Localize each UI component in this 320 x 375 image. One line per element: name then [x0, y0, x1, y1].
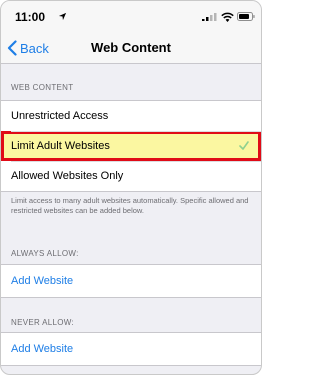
- status-time: 11:00: [15, 10, 46, 24]
- never-allow-header: NEVER ALLOW:: [11, 318, 75, 327]
- location-arrow-icon: [58, 12, 67, 21]
- wifi-icon: [221, 12, 234, 22]
- web-content-options: Unrestricted Access Limit Adult Websites…: [1, 100, 261, 192]
- option-limit-adult-websites[interactable]: Limit Adult Websites: [1, 131, 261, 161]
- signal-icon: [202, 13, 217, 21]
- option-label: Unrestricted Access: [11, 110, 109, 122]
- option-unrestricted-access[interactable]: Unrestricted Access: [1, 101, 261, 131]
- always-allow-group: Add Website: [1, 264, 261, 298]
- web-content-footer: Limit access to many adult websites auto…: [11, 196, 249, 215]
- option-label: Allowed Websites Only: [11, 170, 124, 182]
- never-allow-group: Add Website: [1, 332, 261, 366]
- phone-screen: 11:00 Back Web Content WEB CONTENT Unres…: [0, 0, 262, 375]
- always-allow-header: ALWAYS ALLOW:: [11, 249, 79, 258]
- checkmark-icon: [239, 141, 249, 150]
- status-bar: 11:00: [1, 1, 261, 33]
- web-content-header: WEB CONTENT: [11, 83, 74, 92]
- navigation-bar: Back Web Content: [1, 33, 261, 64]
- always-allow-add-website-button[interactable]: Add Website: [1, 265, 261, 297]
- battery-icon: [237, 12, 255, 21]
- page-title: Web Content: [91, 40, 171, 55]
- option-allowed-websites-only[interactable]: Allowed Websites Only: [1, 161, 261, 191]
- option-label: Limit Adult Websites: [11, 140, 110, 152]
- never-allow-add-website-button[interactable]: Add Website: [1, 333, 261, 365]
